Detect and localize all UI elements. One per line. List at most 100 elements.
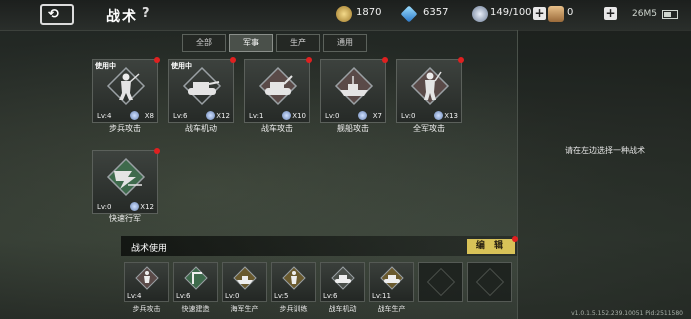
tank-icon (182, 66, 222, 106)
clock: 26M5 (632, 9, 657, 19)
slot-level: Lv:11 (372, 292, 391, 300)
new-badge (306, 57, 312, 63)
slot-level: Lv:6 (176, 292, 191, 300)
tactic-name: 步兵攻击 (109, 124, 141, 133)
slot-name: 战车生产 (377, 305, 406, 313)
slot-name: 海军生产 (230, 305, 259, 313)
token-icon (206, 111, 215, 120)
empty-slot-icon (475, 267, 505, 297)
battery-icon (662, 10, 678, 19)
back-arrow-icon: ⟲ (48, 7, 59, 22)
empty-slot[interactable] (467, 262, 512, 302)
tactic-name: 舰船攻击 (337, 124, 369, 133)
tactic-name: 战车攻击 (261, 124, 293, 133)
token-icon (434, 111, 443, 120)
new-badge (230, 57, 236, 63)
count-label: X12 (216, 112, 230, 120)
token-icon (358, 111, 367, 120)
page-title: 战术 (106, 9, 138, 25)
tab-all[interactable]: 全部 (182, 34, 226, 52)
slot-name: 战车机动 (328, 305, 357, 313)
soldier-icon (282, 266, 306, 290)
slot-level: Lv:6 (323, 292, 338, 300)
count-label: X13 (444, 112, 458, 120)
add-stamina-button[interactable]: + (533, 7, 546, 20)
diamond-icon (400, 5, 418, 23)
new-badge (154, 148, 160, 154)
token-icon (130, 202, 139, 211)
stamina-amount: 149/100 (490, 7, 532, 18)
gold-amount: 1870 (356, 7, 382, 18)
slot-level: Lv:4 (127, 292, 142, 300)
march-icon (106, 157, 146, 197)
usage-slot[interactable]: Lv:11 (369, 262, 414, 302)
level-label: Lv:1 (249, 112, 264, 120)
stamina-icon (472, 6, 488, 22)
medal-icon (548, 6, 564, 22)
tactic-name: 全军攻击 (413, 124, 445, 133)
new-badge (382, 57, 388, 63)
filter-tabs: 全部 军事 生产 通用 (182, 34, 370, 52)
count-label: X10 (292, 112, 306, 120)
new-badge (154, 57, 160, 63)
detail-hint: 请在左边选择一种战术 (565, 146, 645, 155)
slot-name: 快速建造 (181, 305, 210, 313)
tactic-card[interactable]: Lv:0 X13 (396, 57, 464, 123)
help-button[interactable]: ? (142, 6, 150, 21)
tactic-card[interactable]: 使用中 Lv:4 X8 (92, 57, 160, 123)
new-badge (458, 57, 464, 63)
slot-name: 步兵攻击 (132, 305, 161, 313)
new-badge (512, 236, 518, 242)
usage-slot[interactable]: Lv:5 (271, 262, 316, 302)
usage-slot[interactable]: Lv:6 (320, 262, 365, 302)
soldier-icon (410, 66, 450, 106)
level-label: Lv:0 (325, 112, 340, 120)
extra-amount: 0 (567, 7, 574, 18)
ship-icon (233, 266, 257, 290)
gold-coin-icon (336, 6, 352, 22)
slot-name: 步兵训练 (279, 305, 308, 313)
tab-general[interactable]: 通用 (323, 34, 367, 52)
tactic-name: 快速行军 (109, 214, 141, 223)
usage-slot[interactable]: Lv:4 (124, 262, 169, 302)
tab-production[interactable]: 生产 (276, 34, 320, 52)
detail-panel: 请在左边选择一种战术 (517, 30, 691, 319)
tank-icon (331, 266, 355, 290)
tactic-card[interactable]: Lv:1 X10 (244, 57, 312, 123)
tank-icon (380, 266, 404, 290)
tactic-card[interactable]: 使用中 Lv:6 X12 (168, 57, 236, 123)
tactic-name: 战车机动 (185, 124, 217, 133)
level-label: Lv:0 (401, 112, 416, 120)
infantry-icon (106, 66, 146, 106)
diamond-amount: 6357 (423, 7, 449, 18)
count-label: X12 (140, 203, 154, 211)
tactic-usage-panel: 战术使用 编 辑 Lv:4 步兵攻击 Lv:6 快速建造 Lv:0 海军生产 L… (121, 236, 518, 319)
top-bar: ⟲ 战术 ? 1870 6357 149/100 + 0 + 26M5 (0, 0, 691, 31)
usage-slot[interactable]: Lv:6 (173, 262, 218, 302)
add-extra-button[interactable]: + (604, 7, 617, 20)
ship-icon (334, 66, 374, 106)
tab-military[interactable]: 军事 (229, 34, 273, 52)
tank-attack-icon (258, 66, 298, 106)
empty-slot[interactable] (418, 262, 463, 302)
slot-level: Lv:0 (225, 292, 240, 300)
version-label: v1.0.1.5.152.239.10051 Pid:2511580 (571, 310, 683, 317)
usage-slot[interactable]: Lv:0 (222, 262, 267, 302)
tactic-card[interactable]: Lv:0 X12 (92, 148, 160, 214)
tactic-card[interactable]: Lv:0 X7 (320, 57, 388, 123)
crane-icon (184, 266, 208, 290)
level-label: Lv:0 (97, 203, 112, 211)
level-label: Lv:6 (173, 112, 188, 120)
slot-level: Lv:5 (274, 292, 289, 300)
back-button[interactable]: ⟲ (40, 4, 74, 25)
level-label: Lv:4 (97, 112, 112, 120)
token-icon (130, 111, 139, 120)
infantry-icon (135, 266, 159, 290)
token-icon (282, 111, 291, 120)
edit-button[interactable]: 编 辑 (467, 236, 518, 254)
empty-slot-icon (426, 267, 456, 297)
count-label: X7 (372, 112, 382, 120)
count-label: X8 (144, 112, 154, 120)
edit-label: 编 辑 (475, 241, 507, 251)
usage-header: 战术使用 编 辑 (121, 236, 518, 256)
